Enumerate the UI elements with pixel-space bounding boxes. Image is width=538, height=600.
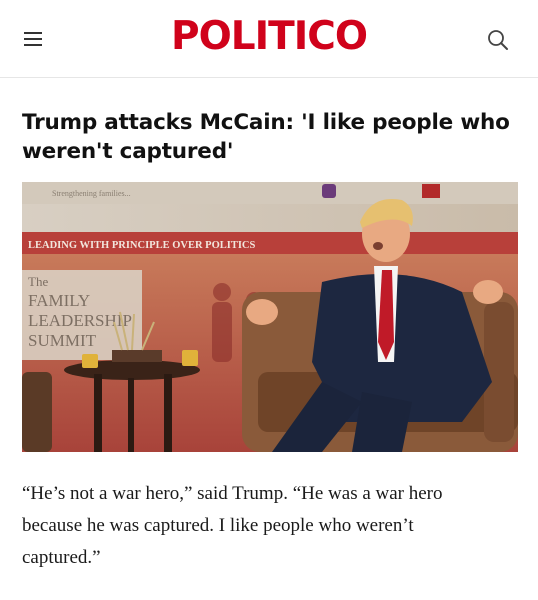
headline-line-2: weren't captured' [22,139,234,164]
banner-text: Strengthening families... [52,189,131,198]
sign-line-4: SUMMIT [28,331,97,350]
sign-line-1: The [28,274,48,289]
sponsor-shield [422,184,440,198]
article-headline[interactable]: Trump attacks McCain: 'I like people who… [22,108,518,166]
photo-illustration: Strengthening families... LEADING WITH P… [22,182,518,452]
quote-line-3: captured.” [22,547,101,568]
site-header: POLITICO [0,0,538,78]
quote-line-1: “He’s not a war hero,” said Trump. “He w… [22,483,443,504]
sponsor-logo [322,184,336,198]
sign-line-2: FAMILY [28,291,90,310]
quote-line-2: because he was captured. I like people w… [22,515,414,536]
search-icon[interactable] [486,28,510,52]
politico-logo[interactable]: POLITICO [0,14,538,59]
article-quote: “He’s not a war hero,” said Trump. “He w… [22,478,522,574]
stage-banner-text: LEADING WITH PRINCIPLE OVER POLITICS [28,240,256,251]
headline-line-1: Trump attacks McCain: 'I like people who [22,110,510,135]
article-photo: Strengthening families... LEADING WITH P… [22,182,518,452]
